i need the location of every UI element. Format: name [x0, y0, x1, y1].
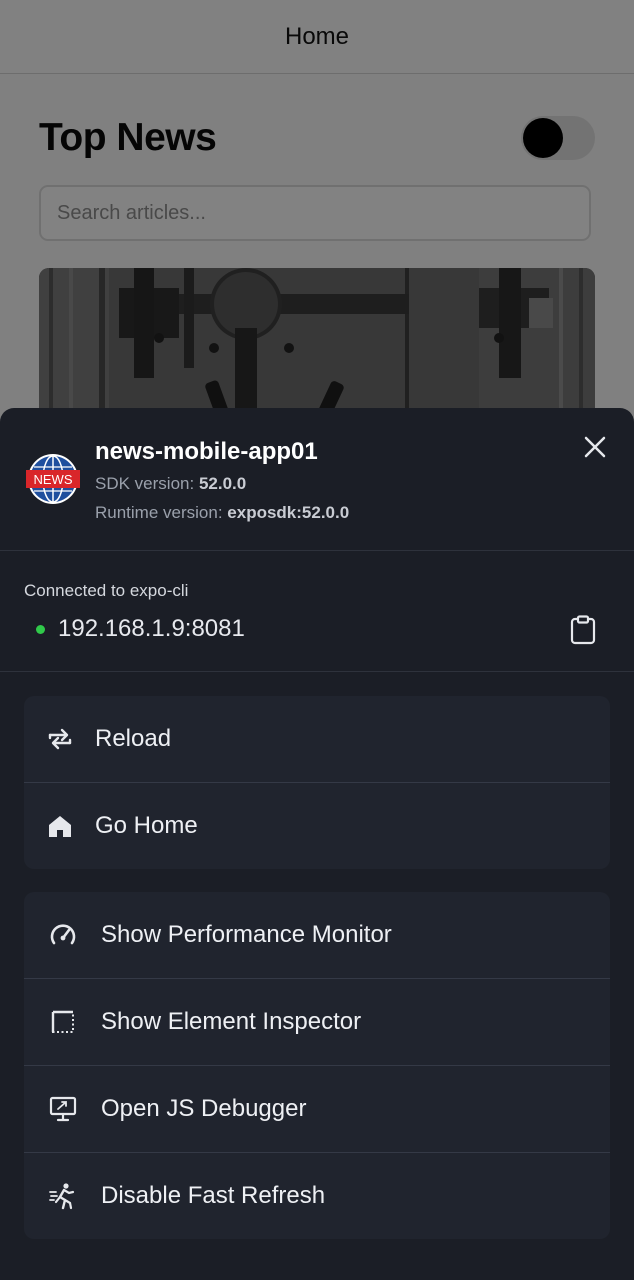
- runtime-version: Runtime version: exposdk:52.0.0: [95, 503, 349, 523]
- reload-icon: [46, 725, 74, 753]
- performance-monitor-label: Show Performance Monitor: [101, 921, 392, 948]
- app-icon: NEWS: [26, 452, 80, 506]
- runtime-label: Runtime version:: [95, 503, 228, 522]
- speedometer-icon: [49, 921, 77, 949]
- connection-label: Connected to expo-cli: [24, 581, 189, 600]
- dev-menu-sheet: NEWS news-mobile-app01 SDK version: 52.0…: [0, 408, 634, 1280]
- close-icon: [584, 436, 606, 458]
- js-debugger-label: Open JS Debugger: [101, 1095, 307, 1122]
- close-button[interactable]: [578, 430, 612, 464]
- app-name: news-mobile-app01: [95, 438, 318, 465]
- sdk-value: 52.0.0: [198, 474, 247, 493]
- menu-group-primary: Reload Go Home: [24, 696, 610, 869]
- connection-url: 192.168.1.9:8081: [58, 615, 245, 642]
- news-globe-icon: NEWS: [26, 454, 80, 504]
- go-home-button[interactable]: Go Home: [24, 783, 610, 869]
- connection-section: Connected to expo-cli 192.168.1.9:8081: [0, 551, 634, 672]
- status-dot: [36, 625, 45, 634]
- element-inspector-button[interactable]: Show Element Inspector: [24, 979, 610, 1066]
- app-icon-text: NEWS: [34, 472, 73, 487]
- sdk-version: SDK version: 52.0.0: [95, 474, 246, 494]
- copy-url-button[interactable]: [566, 613, 600, 647]
- menu-group-tools: Show Performance Monitor Show Element In…: [24, 892, 610, 1239]
- run-icon: [49, 1182, 77, 1210]
- runtime-value: exposdk:52.0.0: [227, 503, 350, 522]
- reload-button[interactable]: Reload: [24, 696, 610, 783]
- js-debugger-button[interactable]: Open JS Debugger: [24, 1066, 610, 1153]
- go-home-label: Go Home: [95, 812, 198, 839]
- fast-refresh-button[interactable]: Disable Fast Refresh: [24, 1153, 610, 1239]
- fast-refresh-label: Disable Fast Refresh: [101, 1182, 326, 1209]
- inspector-icon: [49, 1008, 77, 1036]
- clipboard-icon: [570, 615, 596, 645]
- home-icon: [46, 812, 74, 840]
- debugger-icon: [49, 1095, 77, 1123]
- performance-monitor-button[interactable]: Show Performance Monitor: [24, 892, 610, 979]
- element-inspector-label: Show Element Inspector: [101, 1008, 362, 1035]
- dev-menu-header: NEWS news-mobile-app01 SDK version: 52.0…: [0, 408, 634, 551]
- sdk-label: SDK version:: [95, 474, 199, 493]
- reload-label: Reload: [95, 725, 172, 752]
